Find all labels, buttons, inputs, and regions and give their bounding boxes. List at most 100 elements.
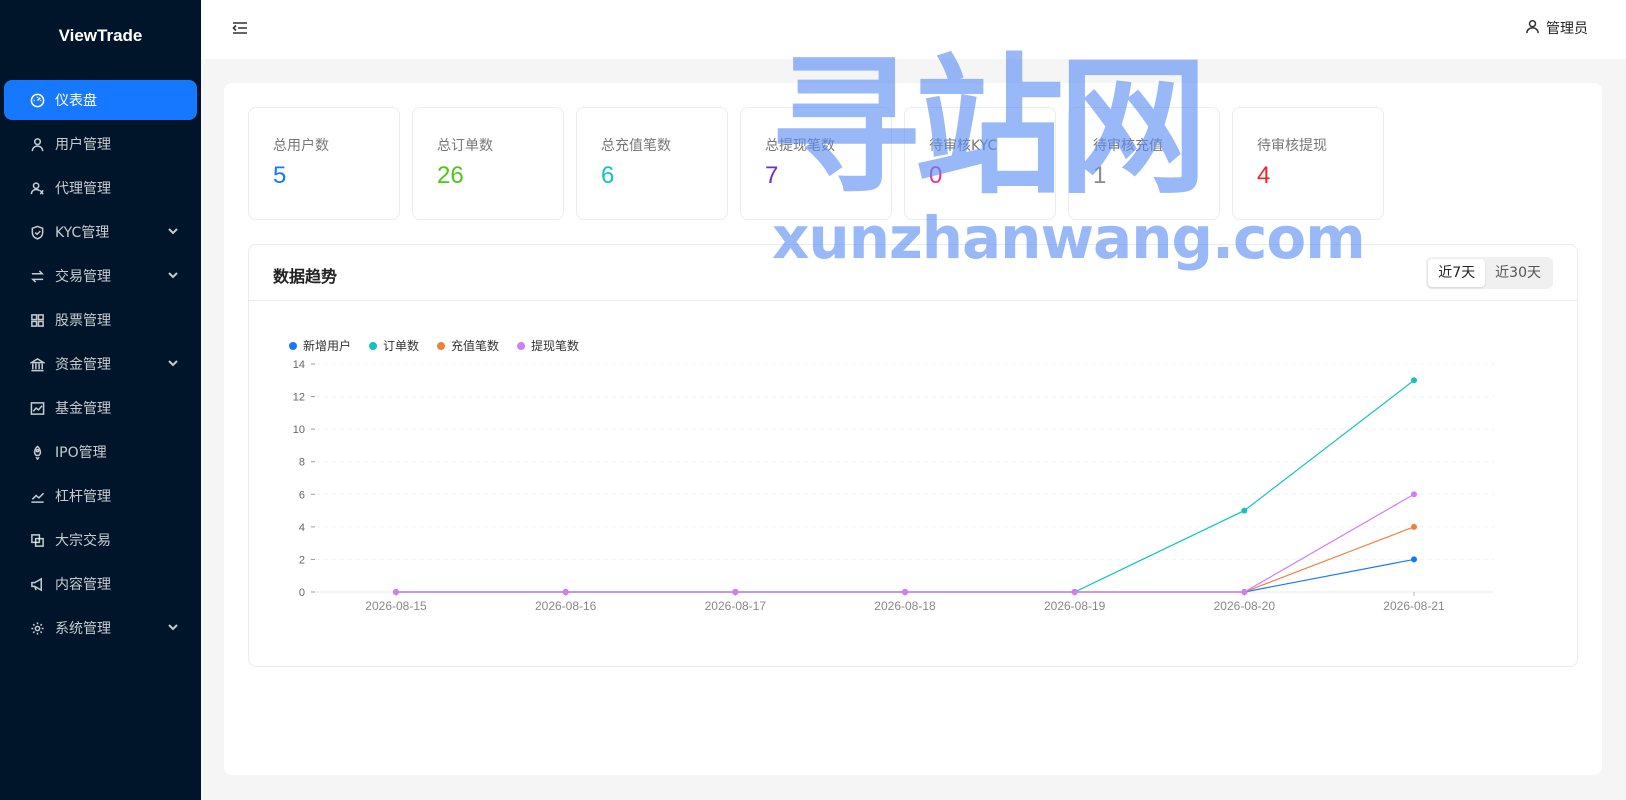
trend-title: 数据趋势 [273, 267, 338, 286]
sidebar-item-funds[interactable]: 资金管理 [4, 344, 197, 384]
stat-title: 总订单数 [437, 138, 493, 154]
sidebar-menu: 仪表盘用户管理代理管理 KYC管理交易管理股票管理资金管理基金管理 IPO管理杠杆管… [0, 72, 201, 648]
y-tick-label: 10 [293, 424, 305, 436]
sidebar-item-label: 内容管理 [55, 577, 111, 593]
sidebar-item-stocks[interactable]: 股票管理 [4, 300, 197, 340]
series-line [396, 558, 1415, 593]
y-tick-label: 4 [299, 522, 305, 534]
chevron-down-icon[interactable] [167, 225, 179, 237]
stat-card: 总充值笔数 6 [576, 107, 728, 220]
sidebar-item-users[interactable]: 用户管理 [4, 124, 197, 164]
swap-icon [29, 268, 45, 284]
legend-marker [289, 342, 297, 350]
sidebar-item-label: 用户管理 [55, 137, 111, 153]
stat-title: 总用户数 [273, 138, 329, 154]
stat-title: 待审核KYC [929, 138, 998, 154]
sidebar-item-fund-products[interactable]: 基金管理 [4, 388, 197, 428]
user-name: 管理员 [1546, 21, 1588, 37]
data-point [1411, 491, 1417, 498]
data-point [393, 589, 399, 595]
sidebar-item-label: 系统管理 [55, 621, 111, 637]
y-tick-label: 12 [293, 392, 305, 404]
legend-marker [437, 342, 446, 350]
sidebar: ViewTrade 仪表盘用户管理代理管理 KYC管理交易管理股票管理资金管理基金… [0, 0, 201, 800]
sidebar-item-kyc[interactable]: KYC管理 [4, 212, 197, 252]
trend-card: 数据趋势 近7天 近30天 0 2 4 6 8 10 12 14 2026-08-15 2026-0… [248, 244, 1578, 667]
y-tick-label: 8 [299, 457, 305, 469]
dashboard-icon [29, 92, 45, 108]
data-point [562, 589, 569, 595]
data-point [1411, 556, 1417, 563]
sidebar-item-agents[interactable]: 代理管理 [4, 168, 197, 208]
block-icon [29, 532, 45, 548]
y-tick-label: 0 [299, 587, 305, 599]
grid-icon [29, 312, 45, 328]
stat-card: 总用户数 5 [248, 107, 400, 220]
stat-value: 1 [1093, 162, 1107, 189]
x-tick-label: 2026-08-19 [1044, 599, 1106, 613]
sidebar-item-label: 大宗交易 [55, 533, 111, 549]
trend-line-chart: 0 2 4 6 8 10 12 14 2026-08-15 2026-08-16 2026-08-1… [289, 338, 1494, 613]
menu-fold-icon[interactable] [232, 20, 248, 36]
sidebar-item-leverage[interactable]: 杠杆管理 [4, 476, 197, 516]
series-line [396, 379, 1415, 593]
data-point [1411, 523, 1417, 530]
user-icon [29, 136, 45, 152]
legend-label: 充值笔数 [451, 338, 499, 353]
data-point [1241, 589, 1248, 595]
sidebar-item-block-trade[interactable]: 大宗交易 [4, 520, 197, 560]
data-point [902, 589, 908, 595]
shield-check-icon [29, 224, 45, 240]
data-point [732, 589, 739, 595]
data-point [1241, 507, 1248, 514]
sidebar-item-label: KYC管理 [55, 225, 110, 241]
chevron-down-icon[interactable] [167, 269, 179, 281]
sidebar-item-label: 资金管理 [55, 357, 111, 373]
brand-logo[interactable]: ViewTrade [0, 0, 201, 72]
user-icon [1525, 19, 1546, 38]
line-chart-icon [29, 488, 45, 504]
sidebar-item-content[interactable]: 内容管理 [4, 564, 197, 604]
stat-value: 4 [1257, 162, 1271, 189]
y-tick-label: 6 [299, 489, 305, 501]
stat-card: 总订单数 26 [412, 107, 564, 220]
stat-value: 5 [273, 162, 287, 189]
dashboard-panel: 总用户数 5 总订单数 26 总充值笔数 6 总提现笔数 7 待审核KYC 0 待审核充值 1 待审核提… [224, 83, 1602, 775]
chevron-down-icon[interactable] [167, 621, 179, 633]
range-segmented: 近7天 近30天 [1426, 257, 1553, 289]
fund-chart-icon [29, 400, 45, 416]
y-tick-label: 14 [293, 359, 305, 371]
sidebar-item-label: IPO管理 [55, 445, 107, 461]
stat-title: 总充值笔数 [601, 138, 671, 154]
sidebar-item-label: 仪表盘 [55, 93, 97, 109]
stat-card: 总提现笔数 7 [740, 107, 892, 220]
x-tick-label: 2026-08-21 [1383, 599, 1445, 613]
data-point [1071, 589, 1078, 595]
stat-card: 待审核提现 4 [1232, 107, 1384, 220]
legend-marker [369, 342, 378, 350]
legend-label: 订单数 [383, 338, 419, 353]
agent-icon [29, 180, 45, 196]
chevron-down-icon[interactable] [167, 357, 179, 369]
series-line [396, 493, 1415, 593]
stat-title: 待审核提现 [1257, 138, 1327, 154]
x-tick-label: 2026-08-18 [874, 599, 936, 613]
x-tick-label: 2026-08-17 [705, 599, 767, 613]
top-header: 管理员 [201, 0, 1626, 59]
trend-header: 数据趋势 近7天 近30天 [249, 245, 1577, 301]
sidebar-item-dashboard[interactable]: 仪表盘 [4, 80, 197, 120]
range-30-days-button[interactable]: 近30天 [1485, 259, 1551, 287]
sidebar-item-label: 杠杆管理 [55, 489, 111, 505]
data-point [1411, 377, 1417, 384]
sidebar-item-label: 交易管理 [55, 269, 111, 285]
sidebar-item-ipo[interactable]: IPO管理 [4, 432, 197, 472]
sidebar-item-system[interactable]: 系统管理 [4, 608, 197, 648]
sidebar-item-trades[interactable]: 交易管理 [4, 256, 197, 296]
x-tick-label: 2026-08-15 [365, 599, 427, 613]
legend-label: 提现笔数 [531, 338, 579, 353]
range-7-days-button[interactable]: 近7天 [1428, 259, 1486, 287]
legend-label: 新增用户 [303, 338, 351, 353]
legend-marker [517, 342, 526, 350]
stat-card: 待审核充值 1 [1068, 107, 1220, 220]
user-menu[interactable]: 管理员 [1525, 18, 1588, 38]
